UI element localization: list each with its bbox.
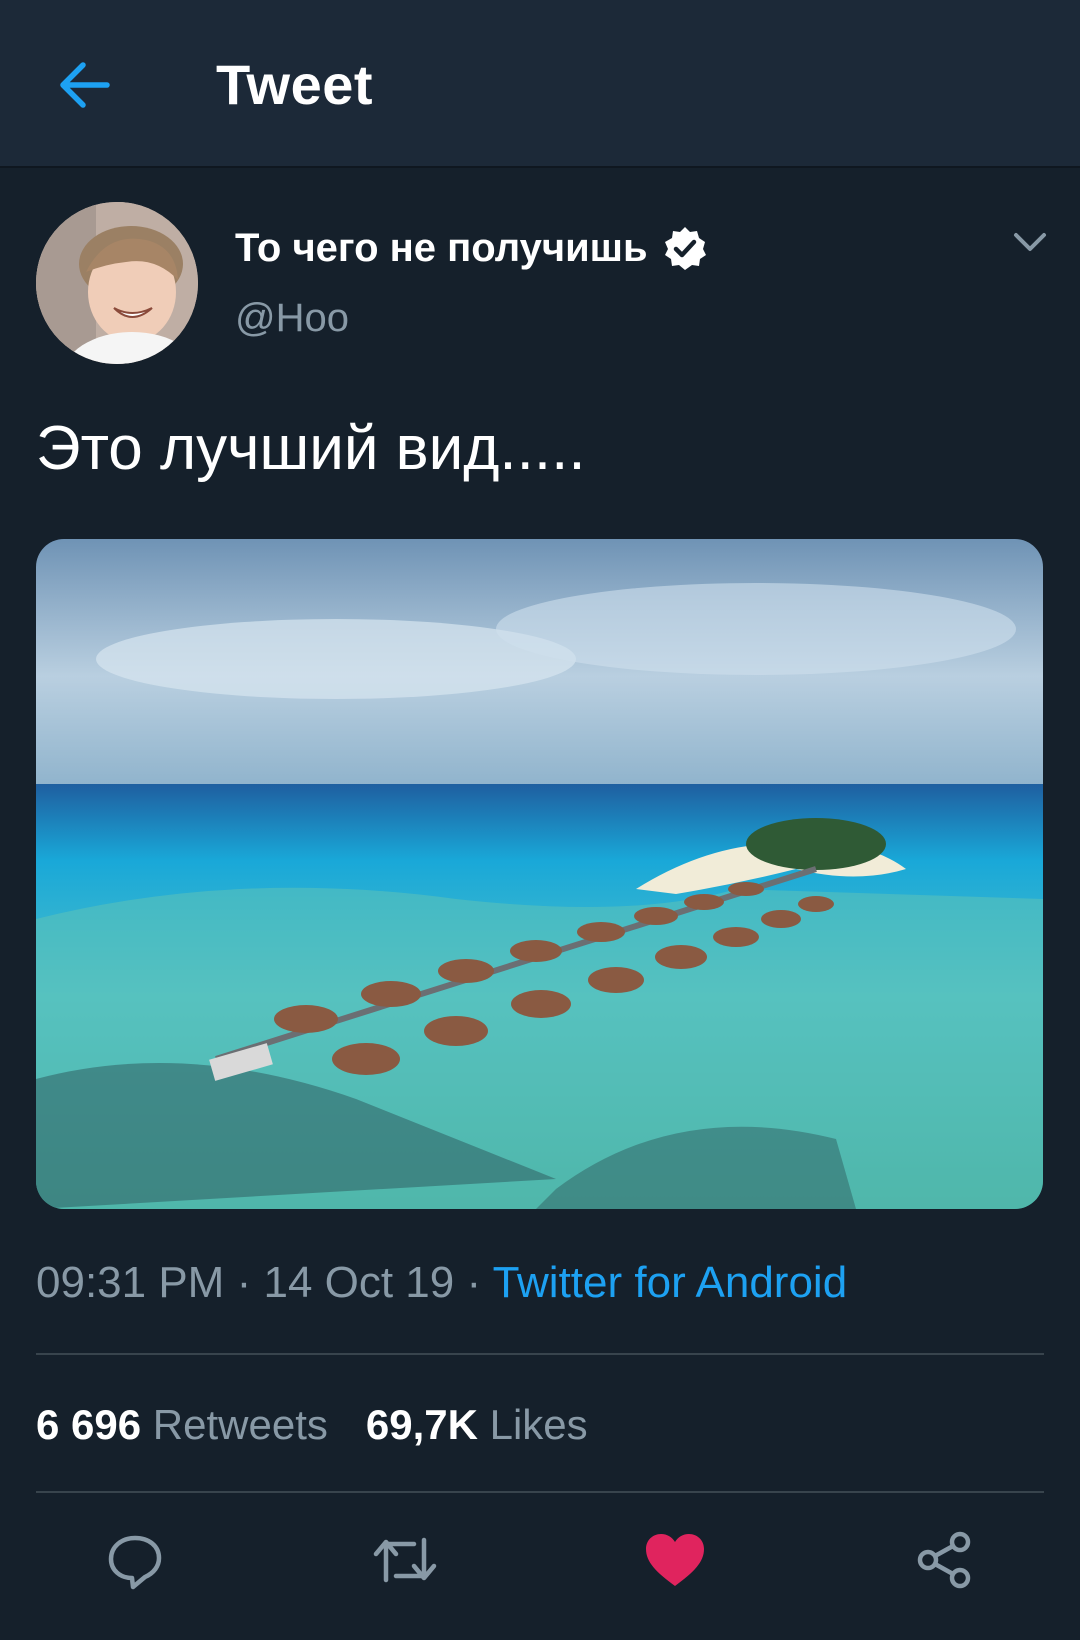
back-button[interactable]	[50, 50, 120, 120]
tweet-time: 09:31 PM	[36, 1258, 225, 1307]
resort-aerial-photo	[36, 539, 1043, 1209]
author-name: То чего не получишь	[235, 225, 648, 270]
reply-icon	[108, 1535, 162, 1590]
tweet-text: Это лучший вид.....	[36, 414, 586, 483]
more-options-button[interactable]	[1010, 228, 1062, 264]
top-app-bar: Tweet	[0, 0, 1080, 168]
reply-button[interactable]	[95, 1520, 175, 1600]
tweet-date: 14 Oct 19	[263, 1258, 455, 1307]
divider	[36, 1491, 1044, 1493]
retweets-stat[interactable]: 6 696 Retweets	[36, 1401, 328, 1449]
page-title: Tweet	[216, 53, 374, 116]
arrow-left-icon	[60, 62, 110, 108]
retweet-button[interactable]	[365, 1520, 445, 1600]
likes-label: Likes	[489, 1401, 588, 1448]
avatar[interactable]	[36, 202, 198, 364]
tweet-image[interactable]	[36, 539, 1043, 1209]
likes-count: 69,7K	[365, 1401, 478, 1448]
engagement-stats: 6 696 Retweets 69,7K Likes	[36, 1401, 588, 1449]
author-name-row[interactable]: То чего не получишь	[235, 225, 708, 271]
meta-separator: ·	[236, 1258, 252, 1307]
retweet-icon	[373, 1537, 437, 1583]
like-icon	[646, 1534, 704, 1586]
avatar-photo	[36, 202, 198, 364]
meta-separator: ·	[466, 1258, 482, 1307]
retweets-label: Retweets	[152, 1401, 328, 1448]
share-icon	[917, 1531, 971, 1589]
likes-stat[interactable]: 69,7K Likes	[366, 1401, 588, 1449]
verified-badge-icon	[664, 227, 706, 270]
chevron-down-icon	[1014, 233, 1046, 251]
tweet-source-link[interactable]: Twitter for Android	[493, 1258, 848, 1307]
share-button[interactable]	[905, 1520, 985, 1600]
like-button[interactable]	[635, 1520, 715, 1600]
retweets-count: 6 696	[36, 1401, 142, 1448]
tweet-actions	[0, 1520, 1080, 1600]
divider	[36, 1353, 1044, 1355]
tweet-meta: 09:31 PM · 14 Oct 19 · Twitter for Andro…	[36, 1258, 847, 1308]
author-handle: @Hoo	[235, 296, 349, 340]
